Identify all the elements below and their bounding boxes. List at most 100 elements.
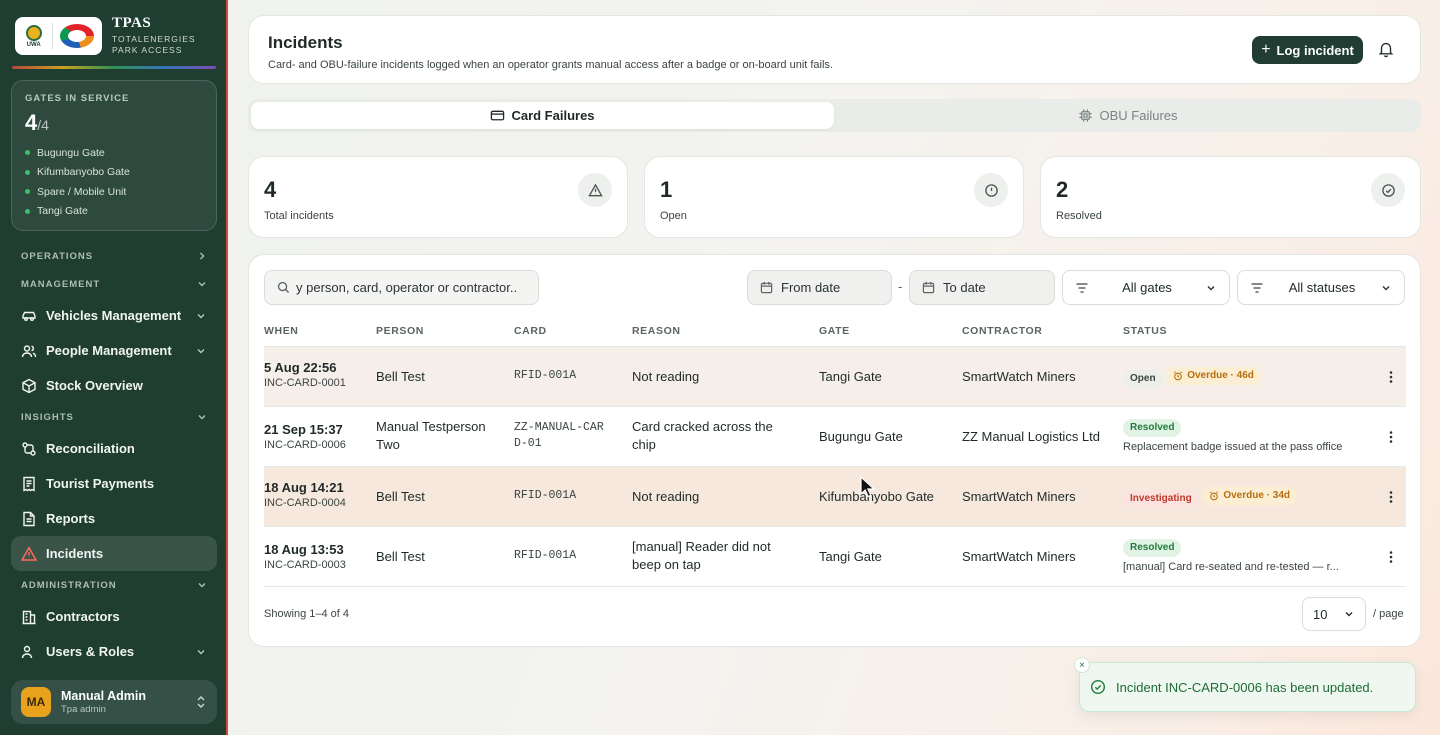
chevron-down-icon: [1382, 285, 1390, 290]
gate-filter-select[interactable]: All gates: [1062, 270, 1230, 305]
table-row[interactable]: 18 Aug 13:53 INC-CARD-0003 Bell Test RFID…: [264, 526, 1406, 586]
status-badge: Investigating: [1123, 490, 1199, 508]
receipt-icon: [21, 476, 37, 492]
status-dot-icon: [25, 208, 30, 214]
nav-section-administration[interactable]: ADMINISTRATION: [11, 571, 217, 599]
chip-icon: [1079, 109, 1093, 122]
user-name: Manual Admin: [61, 688, 146, 703]
search-icon: [277, 281, 290, 294]
bell-icon[interactable]: [1377, 40, 1395, 58]
status-dot-icon: [25, 169, 30, 175]
mouse-cursor-icon: [860, 476, 876, 498]
credit-card-icon: [491, 110, 505, 121]
brand-logos: UWA: [15, 17, 102, 55]
incidents-table-card: From date - To date All gates All status…: [248, 254, 1421, 647]
page-size-select[interactable]: 10: [1302, 597, 1366, 631]
sidebar-item-vehicles[interactable]: Vehicles Management: [11, 298, 217, 333]
filter-icon: [1076, 282, 1088, 293]
cell-contractor: SmartWatch Miners: [962, 489, 1076, 504]
nav-section-operations[interactable]: OPERATIONS: [11, 242, 217, 270]
status-badge: Resolved: [1123, 419, 1182, 437]
gate-list: Bugungu Gate Kifumbanyobo Gate Spare / M…: [25, 143, 203, 221]
cell-status: Open Overdue · 46d: [1123, 367, 1261, 388]
table-row[interactable]: 18 Aug 14:21 INC-CARD-0004 Bell Test RFID…: [264, 466, 1406, 526]
chevron-down-icon: [198, 415, 206, 420]
cell-person: Bell Test: [376, 489, 425, 504]
page-header: Incidents Card- and OBU-failure incident…: [248, 15, 1421, 84]
status-dot-icon: [25, 150, 30, 156]
status-badge: Open: [1123, 370, 1163, 388]
cell-card: RFID-001A: [514, 369, 577, 382]
table-row[interactable]: 21 Sep 15:37 INC-CARD-0006 Manual Testper…: [264, 406, 1406, 466]
more-vertical-icon[interactable]: [1383, 429, 1399, 445]
more-vertical-icon[interactable]: [1383, 489, 1399, 505]
nav-section-management[interactable]: MANAGEMENT: [11, 270, 217, 298]
alert-triangle-icon: [578, 173, 612, 207]
stat-label: Open: [660, 210, 687, 222]
sidebar-item-users-roles[interactable]: Users & Roles: [11, 634, 217, 662]
sidebar-item-reconciliation[interactable]: Reconciliation: [11, 431, 217, 466]
column-header-reason[interactable]: REASON: [632, 325, 681, 337]
cell-card: RFID-001A: [514, 549, 577, 562]
cell-contractor: SmartWatch Miners: [962, 369, 1076, 384]
column-header-contractor[interactable]: CONTRACTOR: [962, 325, 1042, 337]
page-description: Card- and OBU-failure incidents logged w…: [268, 59, 833, 71]
sidebar-item-reports[interactable]: Reports: [11, 501, 217, 536]
alert-triangle-icon: [21, 545, 37, 562]
cell-gate: Tangi Gate: [819, 549, 882, 564]
status-filter-select[interactable]: All statuses: [1237, 270, 1405, 305]
overdue-badge: Overdue · 34d: [1202, 487, 1298, 505]
more-vertical-icon[interactable]: [1383, 369, 1399, 385]
to-date-picker[interactable]: To date: [909, 270, 1055, 305]
overdue-badge: Overdue · 46d: [1166, 367, 1261, 385]
table-bottom-border: [264, 586, 1406, 587]
nav-section-insights[interactable]: INSIGHTS: [11, 403, 217, 431]
gates-label: GATES IN SERVICE: [25, 93, 130, 104]
file-text-icon: [21, 511, 37, 527]
date-range-separator: -: [898, 279, 903, 294]
table-row[interactable]: 5 Aug 22:56 INC-CARD-0001 Bell Test RFID-…: [264, 346, 1406, 406]
user-role: Tpa admin: [61, 703, 106, 715]
check-circle-icon: [1371, 173, 1405, 207]
cell-reason: Not reading: [632, 369, 700, 384]
sidebar-item-contractors[interactable]: Contractors: [11, 599, 217, 634]
from-date-picker[interactable]: From date: [747, 270, 892, 305]
sidebar-item-stock[interactable]: Stock Overview: [11, 368, 217, 403]
cell-gate: Kifumbanyobo Gate: [819, 489, 934, 504]
cell-gate: Bugungu Gate: [819, 429, 903, 444]
log-incident-button[interactable]: + Log incident: [1252, 36, 1363, 64]
cell-person: Manual Testperson Two: [376, 419, 486, 452]
cell-card: ZZ-MANUAL-CARD-01: [514, 421, 604, 450]
column-header-status[interactable]: STATUS: [1123, 325, 1167, 337]
brand-subtitle: TOTALENERGIES PARK ACCESS: [112, 34, 196, 55]
cell-person: Bell Test: [376, 369, 425, 384]
cell-gate: Tangi Gate: [819, 369, 882, 384]
chevron-down-icon: [197, 649, 205, 654]
sidebar-item-incidents[interactable]: Incidents: [11, 536, 217, 571]
cell-contractor: SmartWatch Miners: [962, 549, 1076, 564]
pagination-summary: Showing 1–4 of 4: [264, 608, 350, 620]
cell-when: 5 Aug 22:56 INC-CARD-0001: [264, 360, 346, 389]
column-header-when[interactable]: WHEN: [264, 325, 298, 337]
stat-value: 2: [1056, 177, 1069, 202]
stat-value: 4: [264, 177, 277, 202]
more-vertical-icon[interactable]: [1383, 549, 1399, 565]
sidebar-nav: OPERATIONS MANAGEMENT Vehicles Managemen…: [11, 242, 217, 662]
cell-person: Bell Test: [376, 549, 425, 564]
sidebar-item-people[interactable]: People Management: [11, 333, 217, 368]
brand-divider: [12, 66, 216, 69]
column-header-card[interactable]: CARD: [514, 325, 547, 337]
search-input[interactable]: [296, 280, 526, 295]
totalenergies-logo: [60, 24, 95, 48]
column-header-person[interactable]: PERSON: [376, 325, 424, 337]
user-menu[interactable]: MA Manual Admin Tpa admin: [11, 680, 217, 724]
sidebar-item-tourist-payments[interactable]: Tourist Payments: [11, 466, 217, 501]
column-header-gate[interactable]: GATE: [819, 325, 850, 337]
brand[interactable]: UWA TPAS TOTALENERGIES PARK ACCESS: [15, 16, 196, 56]
close-icon[interactable]: ×: [1074, 657, 1090, 673]
incident-type-tabs: Card Failures OBU Failures: [248, 99, 1421, 132]
tab-obu-failures[interactable]: OBU Failures: [838, 102, 1418, 129]
gates-in-service-card: GATES IN SERVICE 4/4 Bugungu Gate Kifumb…: [11, 80, 217, 231]
stat-open: 1 Open: [644, 156, 1024, 238]
tab-card-failures[interactable]: Card Failures: [251, 102, 834, 129]
